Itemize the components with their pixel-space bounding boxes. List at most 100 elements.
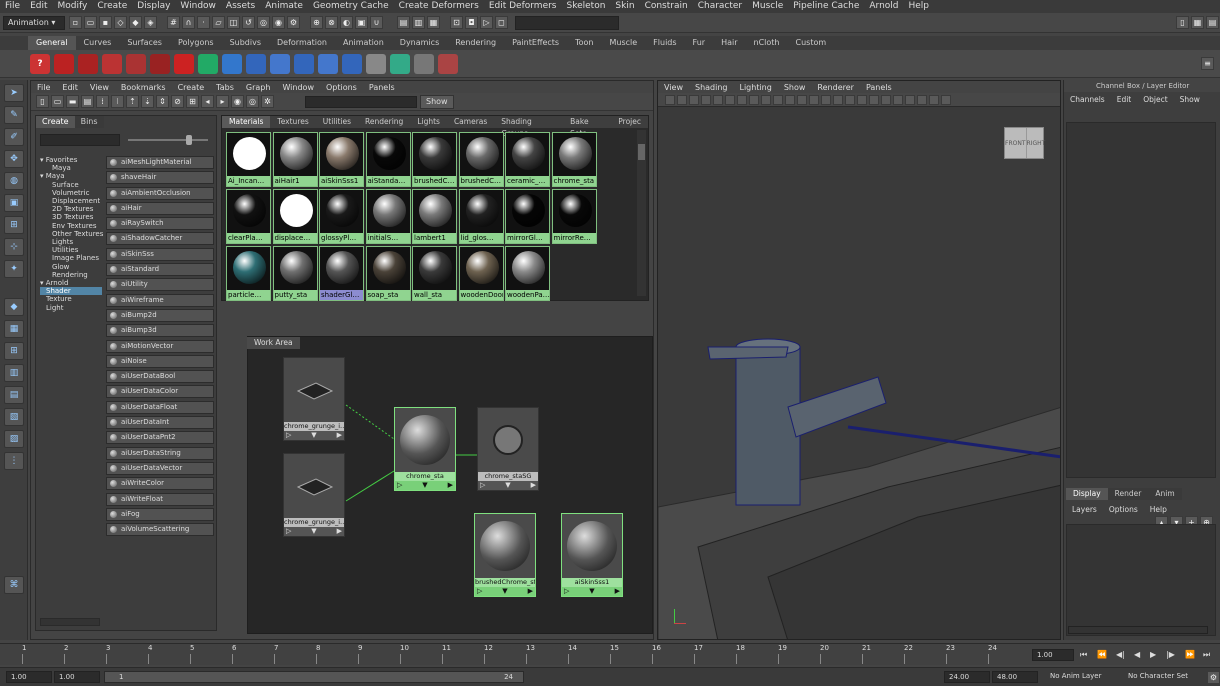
vp-menu-shading[interactable]: Shading: [689, 83, 734, 92]
material-swatch[interactable]: glossyPl…: [319, 189, 364, 244]
graph-node-texture[interactable]: chrome_grunge_i… ▷ ▼ ▶: [283, 357, 345, 441]
playback-start-field[interactable]: 1.00: [54, 671, 100, 683]
tree-item[interactable]: Displacement: [40, 197, 102, 205]
hs-menu-graph[interactable]: Graph: [240, 83, 277, 92]
browser-vscroll[interactable]: [637, 130, 646, 296]
graph-node-controls[interactable]: ▷ ▼ ▶: [562, 587, 622, 596]
node-ainoise[interactable]: aiNoise: [106, 354, 214, 368]
xray-icon[interactable]: ◐: [340, 16, 353, 29]
step-back-frame-icon[interactable]: ◀|: [1116, 650, 1125, 659]
node-aishadowcatcher[interactable]: aiShadowCatcher: [106, 232, 214, 246]
graph-node-material[interactable]: aiSkinSss1 ▷ ▼ ▶: [561, 513, 623, 597]
viewport-tool-icon[interactable]: [845, 94, 855, 105]
tree-item[interactable]: 2D Textures: [40, 205, 102, 213]
graph-node-sg[interactable]: chrome_staSG ▷ ▼ ▶: [477, 407, 539, 491]
menu-skin[interactable]: Skin: [610, 0, 639, 13]
node-aimotionvector[interactable]: aiMotionVector: [106, 339, 214, 353]
hs-filter-input[interactable]: [305, 95, 417, 108]
goto-start-icon[interactable]: ⏮: [1080, 650, 1087, 660]
hs-graph-up-icon[interactable]: ⇡: [126, 95, 139, 108]
browser-tab-textures[interactable]: Textures: [270, 116, 315, 128]
select-hierarchy-icon[interactable]: ◇: [114, 16, 127, 29]
node-output-port[interactable]: ▶: [337, 431, 342, 440]
hs-layout-top-icon[interactable]: ▭: [51, 95, 64, 108]
snap-point-icon[interactable]: ·: [197, 16, 210, 29]
hs-layout-both-icon[interactable]: ▤: [81, 95, 94, 108]
layer-tab-display[interactable]: Display: [1066, 488, 1108, 500]
menu-edit-deformers[interactable]: Edit Deformers: [484, 0, 562, 13]
show-button[interactable]: Show: [420, 94, 454, 109]
step-forward-frame-icon[interactable]: |▶: [1166, 650, 1175, 659]
range-bar[interactable]: 1 24: [104, 671, 524, 683]
node-aimeshlightmaterial[interactable]: aiMeshLightMaterial: [106, 156, 214, 169]
hs-icons-icon[interactable]: ⁞: [96, 95, 109, 108]
cb-menu-object[interactable]: Object: [1137, 95, 1173, 104]
node-output-port[interactable]: ▶: [528, 587, 533, 596]
tree-item[interactable]: Env Textures: [40, 222, 102, 230]
tree-item[interactable]: Light: [40, 304, 102, 312]
graph-node-material[interactable]: brushedChrome_sta ▷ ▼ ▶: [474, 513, 536, 597]
vp-menu-panels[interactable]: Panels: [860, 83, 898, 92]
playblast-icon[interactable]: ▷: [480, 16, 493, 29]
current-frame-field[interactable]: 1.00: [1032, 649, 1074, 661]
node-output-port[interactable]: ▶: [337, 527, 342, 536]
shelf-tab-ncloth[interactable]: nCloth: [746, 36, 788, 50]
material-swatch[interactable]: putty_sta: [272, 246, 318, 301]
menu-animate[interactable]: Animate: [260, 0, 308, 13]
scale-tool-icon[interactable]: ▣: [4, 194, 24, 212]
material-swatch[interactable]: woodenPa…: [505, 246, 550, 301]
lock-icon[interactable]: ▣: [355, 16, 368, 29]
ipr-render-icon[interactable]: ◉: [272, 16, 285, 29]
node-aifog[interactable]: aiFog: [106, 507, 214, 521]
hs-toggle-create-icon[interactable]: ▯: [36, 95, 49, 108]
step-back-key-icon[interactable]: ⏪: [1097, 650, 1107, 659]
hs-menu-options[interactable]: Options: [320, 83, 363, 92]
select-object-icon[interactable]: ◆: [129, 16, 142, 29]
menu-window[interactable]: Window: [175, 0, 221, 13]
viewport-tool-icon[interactable]: [773, 94, 783, 105]
node-input-port[interactable]: ▷: [564, 587, 569, 596]
end-time-field[interactable]: 48.00: [992, 671, 1038, 683]
hs-menu-file[interactable]: File: [31, 83, 56, 92]
viewport-tool-icon[interactable]: [869, 94, 879, 105]
node-output-port[interactable]: ▶: [448, 481, 453, 490]
menu-edit[interactable]: Edit: [25, 0, 52, 13]
node-input-port[interactable]: ▷: [397, 481, 402, 490]
hs-clear-icon[interactable]: ⊘: [171, 95, 184, 108]
browser-tab-bake-sets[interactable]: Bake Sets: [563, 116, 611, 138]
material-swatch[interactable]: brushedC…: [412, 132, 457, 187]
shelf-tool-5-icon[interactable]: [150, 53, 170, 74]
shelf-tab-fluids[interactable]: Fluids: [645, 36, 684, 50]
layer-tab-anim[interactable]: Anim: [1148, 488, 1182, 500]
node-aihair[interactable]: aiHair: [106, 201, 214, 215]
perspective-viewport[interactable]: View Shading Lighting Show Renderer Panels FR…: [657, 80, 1061, 640]
quick-input-field[interactable]: [515, 15, 619, 30]
menu-display[interactable]: Display: [132, 0, 175, 13]
node-aiwritefloat[interactable]: aiWriteFloat: [106, 492, 214, 506]
material-swatch[interactable]: brushedC…: [458, 132, 504, 187]
shelf-tool-11-icon[interactable]: [294, 53, 314, 74]
shelf-tab-polygons[interactable]: Polygons: [170, 36, 222, 50]
anim-layer-selector[interactable]: No Anim Layer: [1050, 672, 1101, 680]
node-aibump2d[interactable]: aiBump2d: [106, 308, 214, 322]
menu-geometry-cache[interactable]: Geometry Cache: [308, 0, 394, 13]
node-input-port[interactable]: ▷: [480, 481, 485, 490]
shelf-tab-rendering[interactable]: Rendering: [447, 36, 504, 50]
hs-prev-icon[interactable]: ◂: [201, 95, 214, 108]
graph-node-controls[interactable]: ▷ ▼ ▶: [478, 481, 538, 490]
node-output-port[interactable]: ▶: [615, 587, 620, 596]
material-swatch[interactable]: mirrorGl…: [505, 189, 550, 244]
material-swatch[interactable]: aiHair1: [272, 132, 318, 187]
material-swatch[interactable]: wall_sta: [412, 246, 457, 301]
material-swatch[interactable]: mirrorRe…: [551, 189, 597, 244]
viewport-tool-icon[interactable]: [701, 94, 711, 105]
snap-curve-icon[interactable]: ∩: [182, 16, 195, 29]
snap-plane-icon[interactable]: ▱: [212, 16, 225, 29]
icon-size-slider[interactable]: [128, 135, 208, 145]
construction-history-icon[interactable]: ⊗: [325, 16, 338, 29]
menu-character[interactable]: Character: [693, 0, 747, 13]
magnet-icon[interactable]: ∪: [370, 16, 383, 29]
viewport-tool-icon[interactable]: [881, 94, 891, 105]
hs-menu-edit[interactable]: Edit: [56, 83, 84, 92]
graph-node-controls[interactable]: ▷ ▼ ▶: [475, 587, 535, 596]
